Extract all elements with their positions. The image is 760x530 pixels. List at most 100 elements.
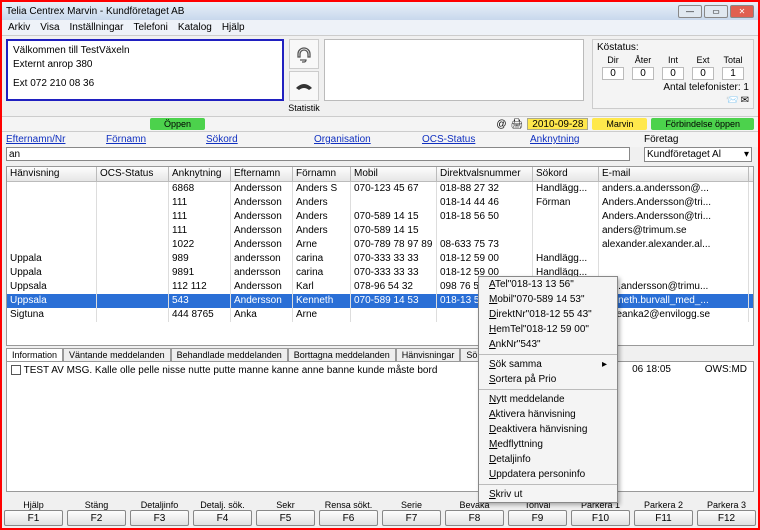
cell: kenneth.burvall_med_... (599, 294, 749, 308)
menu-hjalp[interactable]: Hjälp (222, 22, 245, 33)
sh-ocsstatus[interactable]: OCS-Status (422, 134, 530, 145)
col-7[interactable]: Sökord (533, 167, 599, 181)
ctx-item[interactable]: Sortera på Prio (479, 372, 617, 387)
cell: Anka (231, 308, 293, 322)
sh-fornamn[interactable]: Förnamn (106, 134, 206, 145)
tab-hänvisningar[interactable]: Hänvisningar (396, 348, 461, 361)
fkey-f6[interactable]: F6 (319, 510, 378, 526)
fkey-f7[interactable]: F7 (382, 510, 441, 526)
col-5[interactable]: Mobil (351, 167, 437, 181)
table-row[interactable]: 111AnderssonAnders070-589 14 15anders@tr… (7, 224, 753, 238)
kostatus-h-ext: Ext (689, 55, 717, 65)
tab-väntande-meddelanden[interactable]: Väntande meddelanden (63, 348, 171, 361)
cell (599, 252, 749, 266)
cell: Uppsala (7, 280, 97, 294)
phone-icon[interactable] (289, 71, 319, 101)
table-row[interactable]: 111AnderssonAnders018-14 44 46FörmanAnde… (7, 196, 753, 210)
welcome-panel: Välkommen till TestVäxeln Externt anrop … (6, 39, 284, 101)
fkey-f2[interactable]: F2 (67, 510, 126, 526)
menu-telefoni[interactable]: Telefoni (133, 22, 167, 33)
cell: 111 (169, 224, 231, 238)
fkey-label: Serie (382, 500, 441, 510)
table-row[interactable]: 6868AnderssonAnders S070-123 45 67018-88… (7, 182, 753, 196)
menu-visa[interactable]: Visa (40, 22, 59, 33)
fkey-f10[interactable]: F10 (571, 510, 630, 526)
date-display[interactable]: 2010-09-28 (527, 118, 588, 130)
grid-header: HänvisningOCS-StatusAnknytningEfternamnF… (7, 167, 753, 182)
fkey-f11[interactable]: F11 (634, 510, 693, 526)
cell: Andersson (231, 182, 293, 196)
mail-tray-icon[interactable]: 📨 (726, 95, 738, 106)
table-row[interactable]: 111AnderssonAnders070-589 14 15018-18 56… (7, 210, 753, 224)
cell: arneanka2@envilogg.se (599, 308, 749, 322)
cell: 070-789 78 97 89 (351, 238, 437, 252)
close-button[interactable]: ✕ (730, 5, 754, 18)
welcome-line3: Ext 072 210 08 36 (13, 77, 277, 91)
result-grid[interactable]: HänvisningOCS-StatusAnknytningEfternamnF… (6, 166, 754, 346)
fkey-f9[interactable]: F9 (508, 510, 567, 526)
fkey-label: Detalj. sök. (193, 500, 252, 510)
ctx-item[interactable]: Nytt meddelande (479, 392, 617, 407)
ctx-item[interactable]: Sök samma (479, 357, 617, 372)
cell: 078-96 54 32 (351, 280, 437, 294)
col-8[interactable]: E-mail (599, 167, 749, 181)
fkey-f4[interactable]: F4 (193, 510, 252, 526)
fkey-f8[interactable]: F8 (445, 510, 504, 526)
fkey-f5[interactable]: F5 (256, 510, 315, 526)
ctx-item[interactable]: Deaktivera hänvisning (479, 422, 617, 437)
ctx-item[interactable]: ATel"018-13 13 56" (479, 277, 617, 292)
ctx-item[interactable]: DirektNr"018-12 55 43" (479, 307, 617, 322)
menu-installningar[interactable]: Inställningar (70, 22, 124, 33)
ctx-item[interactable]: Aktivera hänvisning (479, 407, 617, 422)
ctx-item[interactable]: Mobil"070-589 14 53" (479, 292, 617, 307)
cell: 070-589 14 15 (351, 210, 437, 224)
fkey-f12[interactable]: F12 (697, 510, 756, 526)
oppen-status[interactable]: Öppen (150, 118, 205, 130)
menu-arkiv[interactable]: Arkiv (8, 22, 30, 33)
envelope-icon[interactable]: ✉ (741, 95, 749, 106)
sh-efternamn[interactable]: Efternamn/Nr (6, 134, 106, 145)
print-icon[interactable]: 🖨 (511, 119, 524, 130)
ctx-item[interactable]: AnkNr"543" (479, 337, 617, 352)
col-4[interactable]: Förnamn (293, 167, 351, 181)
menu-katalog[interactable]: Katalog (178, 22, 212, 33)
maximize-button[interactable]: ▭ (704, 5, 728, 18)
ctx-item[interactable]: Uppdatera personinfo (479, 467, 617, 482)
table-row[interactable]: Uppsala112 112AnderssonKarl078-96 54 320… (7, 280, 753, 294)
table-row[interactable]: 1022AnderssonArne070-789 78 97 8908-633 … (7, 238, 753, 252)
cell: Uppala (7, 266, 97, 280)
table-row[interactable]: Uppsala543AnderssonKenneth070-589 14 530… (7, 294, 753, 308)
table-row[interactable]: Uppala989anderssoncarina070-333 33 33018… (7, 252, 753, 266)
statistik-label: Statistik (288, 103, 320, 113)
col-2[interactable]: Anknytning (169, 167, 231, 181)
headset-icon[interactable] (289, 39, 319, 69)
cell: Andersson (231, 294, 293, 308)
fkey-f3[interactable]: F3 (130, 510, 189, 526)
ctx-item[interactable]: HemTel"018-12 59 00" (479, 322, 617, 337)
sh-anknytning[interactable]: Anknytning (530, 134, 630, 145)
cell: Handlägg... (533, 252, 599, 266)
table-row[interactable]: Sigtuna444 8765AnkaArnepplicationsarnean… (7, 308, 753, 322)
ctx-item[interactable]: Detaljinfo (479, 452, 617, 467)
tab-information[interactable]: Information (6, 348, 63, 361)
col-0[interactable]: Hänvisning (7, 167, 97, 181)
ctx-item[interactable]: Medflyttning (479, 437, 617, 452)
col-1[interactable]: OCS-Status (97, 167, 169, 181)
sh-sokord[interactable]: Sökord (206, 134, 314, 145)
ctx-item[interactable]: Skriv ut (479, 487, 617, 502)
col-3[interactable]: Efternamn (231, 167, 293, 181)
msg-checkbox[interactable] (11, 365, 21, 375)
minimize-button[interactable]: — (678, 5, 702, 18)
welcome-line1: Välkommen till TestVäxeln (13, 44, 277, 58)
sh-organisation[interactable]: Organisation (314, 134, 422, 145)
search-input[interactable] (6, 147, 630, 161)
fkey-f1[interactable]: F1 (4, 510, 63, 526)
tab-behandlade-meddelanden[interactable]: Behandlade meddelanden (171, 348, 288, 361)
cell: Handlägg... (533, 182, 599, 196)
table-row[interactable]: Uppala9891anderssoncarina070-333 33 3301… (7, 266, 753, 280)
cell (97, 252, 169, 266)
at-icon[interactable]: @ (496, 119, 506, 130)
tab-borttagna-meddelanden[interactable]: Borttagna meddelanden (288, 348, 396, 361)
foretag-combo[interactable]: Kundföretaget Al▾ (644, 147, 752, 162)
col-6[interactable]: Direktvalsnummer (437, 167, 533, 181)
